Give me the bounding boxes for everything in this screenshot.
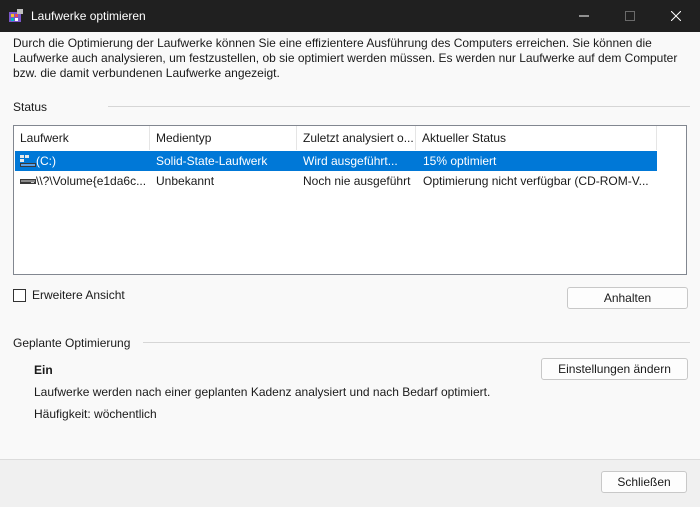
drives-list[interactable]: Laufwerk Medientyp Zuletzt analysiert o.… xyxy=(13,125,687,275)
column-header-drive[interactable]: Laufwerk xyxy=(14,126,150,150)
minimize-button[interactable] xyxy=(561,0,607,32)
drive-last-analyzed: Noch nie ausgeführt xyxy=(303,174,411,188)
drive-name: (C:) xyxy=(36,154,56,168)
drive-row-c[interactable]: (C:) Solid-State-Laufwerk Wird ausgeführ… xyxy=(15,151,657,171)
defrag-app-icon xyxy=(9,9,23,22)
scheduled-section-label: Geplante Optimierung xyxy=(13,336,131,350)
drive-media-type: Solid-State-Laufwerk xyxy=(156,154,268,168)
column-header-last-analyzed[interactable]: Zuletzt analysiert o... xyxy=(297,126,416,150)
close-icon xyxy=(671,11,681,21)
maximize-icon xyxy=(625,11,635,21)
window-title: Laufwerke optimieren xyxy=(31,9,146,23)
scheduled-divider xyxy=(143,342,690,343)
scheduled-frequency: Häufigkeit: wöchentlich xyxy=(34,407,157,421)
cdrom-drive-icon xyxy=(20,179,36,184)
intro-text: Durch die Optimierung der Laufwerke könn… xyxy=(13,36,678,80)
drive-current-status: Optimierung nicht verfügbar (CD-ROM-V... xyxy=(423,174,649,188)
scheduled-state: Ein xyxy=(34,363,53,377)
drive-name: \\?\Volume{e1da6c... xyxy=(36,174,147,188)
drive-row-volume[interactable]: \\?\Volume{e1da6c... Unbekannt Noch nie … xyxy=(15,171,657,191)
drive-current-status: 15% optimiert xyxy=(423,154,497,168)
advanced-view-label[interactable]: Erweitere Ansicht xyxy=(32,288,125,302)
drives-list-header: Laufwerk Medientyp Zuletzt analysiert o.… xyxy=(14,126,657,150)
status-divider xyxy=(108,106,690,107)
drive-last-analyzed: Wird ausgeführt... xyxy=(303,154,398,168)
change-settings-button[interactable]: Einstellungen ändern xyxy=(541,358,688,380)
title-bar[interactable]: Laufwerke optimieren xyxy=(0,0,700,32)
advanced-view-checkbox[interactable] xyxy=(13,289,26,302)
status-section-label: Status xyxy=(13,100,48,114)
scheduled-description: Laufwerke werden nach einer geplanten Ka… xyxy=(34,385,491,399)
maximize-button[interactable] xyxy=(607,0,653,32)
ssd-drive-icon xyxy=(20,155,36,167)
drive-media-type: Unbekannt xyxy=(156,174,215,188)
close-button[interactable]: Schließen xyxy=(601,471,687,493)
column-header-current-status[interactable]: Aktueller Status xyxy=(416,126,657,150)
dialog-footer: Schließen xyxy=(0,459,700,507)
close-window-button[interactable] xyxy=(653,0,699,32)
stop-button[interactable]: Anhalten xyxy=(567,287,688,309)
minimize-icon xyxy=(579,15,589,17)
dialog-content: Durch die Optimierung der Laufwerke könn… xyxy=(0,32,700,507)
column-header-media-type[interactable]: Medientyp xyxy=(150,126,297,150)
